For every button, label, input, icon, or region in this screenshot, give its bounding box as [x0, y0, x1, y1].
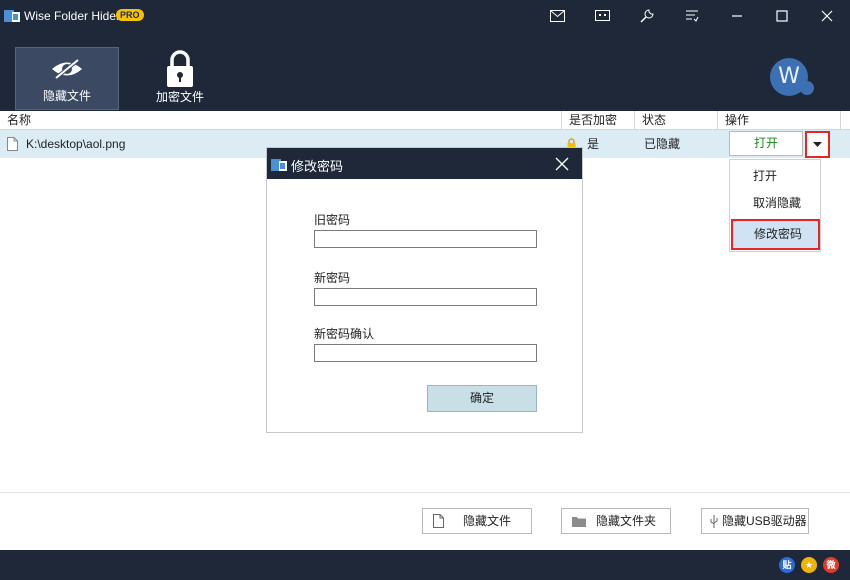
menu-item-unhide[interactable]: 取消隐藏: [730, 192, 822, 214]
tab-encrypt-files[interactable]: 加密文件: [128, 47, 232, 110]
pro-badge: PRO: [116, 9, 144, 21]
folder-icon: [572, 517, 586, 527]
mail-icon: [549, 10, 565, 22]
tab-encrypt-files-label: 加密文件: [155, 90, 204, 104]
bottom-separator: [0, 492, 850, 493]
encrypted-value: 是: [587, 137, 600, 151]
tieba-icon[interactable]: 贴: [779, 557, 795, 573]
old-password-field[interactable]: [314, 230, 537, 248]
tab-hide-files-label: 隐藏文件: [42, 89, 91, 103]
hide-file-button[interactable]: 隐藏文件: [422, 508, 532, 534]
usb-icon: [710, 515, 718, 528]
dialog-app-icon: [271, 159, 287, 171]
dialog-title-bar: 修改密码: [267, 148, 582, 179]
lock-icon: [167, 50, 193, 87]
menu-item-open[interactable]: 打开: [730, 165, 822, 187]
menu-icon: [686, 10, 699, 22]
minimize-button[interactable]: [717, 0, 757, 32]
mail-button[interactable]: [537, 0, 577, 32]
column-header-name[interactable]: 名称: [0, 111, 562, 130]
action-dropdown-menu: 打开 取消隐藏 修改密码: [729, 159, 821, 252]
file-path: K:\desktop\aol.png: [26, 137, 126, 151]
dialog-close-icon[interactable]: [552, 154, 572, 174]
wrench-icon: [640, 9, 654, 23]
tab-hide-files[interactable]: 隐藏文件: [15, 47, 119, 110]
column-header-status[interactable]: 状态: [635, 111, 718, 130]
close-icon: [821, 10, 833, 22]
caret-down-icon: [813, 142, 822, 147]
weibo-icon[interactable]: 微: [823, 557, 839, 573]
status-value: 已隐藏: [644, 137, 681, 151]
dialog-title: 修改密码: [291, 159, 344, 174]
confirm-password-label: 新密码确认: [314, 327, 375, 341]
avatar-status-dot: [800, 81, 814, 95]
change-password-dialog: 修改密码 旧密码 新密码 新密码确认 确定: [266, 147, 583, 433]
old-password-label: 旧密码: [314, 213, 351, 227]
app-logo-icon: [4, 10, 20, 22]
hide-file-label: 隐藏文件: [463, 514, 512, 528]
hide-usb-button[interactable]: 隐藏USB驱动器: [701, 508, 809, 534]
feedback-button[interactable]: [582, 0, 622, 32]
confirm-password-field[interactable]: [314, 344, 537, 362]
ok-button[interactable]: 确定: [427, 385, 537, 412]
main-toolbar: 隐藏文件 加密文件 W: [0, 32, 850, 111]
column-header-action[interactable]: 操作: [718, 111, 841, 130]
close-button[interactable]: [807, 0, 847, 32]
app-title: Wise Folder Hider: [24, 9, 121, 23]
table-header: 名称 是否加密 状态 操作: [0, 111, 850, 130]
hide-usb-label: 隐藏USB驱动器: [722, 514, 807, 528]
chat-icon: [594, 9, 610, 21]
hide-folder-button[interactable]: 隐藏文件夹: [561, 508, 671, 534]
file-icon: [433, 514, 444, 528]
minimize-icon: [732, 15, 742, 17]
menu-button[interactable]: [672, 0, 712, 32]
menu-item-change-password[interactable]: 修改密码: [731, 219, 820, 250]
hide-folder-label: 隐藏文件夹: [596, 514, 657, 528]
star-icon[interactable]: ★: [801, 557, 817, 573]
status-bar: [0, 550, 850, 580]
maximize-icon: [776, 10, 788, 22]
action-dropdown-button[interactable]: [805, 131, 830, 158]
title-bar: Wise Folder Hider PRO: [0, 0, 850, 32]
column-header-encrypted[interactable]: 是否加密: [562, 111, 635, 130]
new-password-field[interactable]: [314, 288, 537, 306]
maximize-button[interactable]: [762, 0, 802, 32]
file-icon: [7, 137, 18, 151]
eye-hidden-icon: [52, 58, 82, 80]
new-password-label: 新密码: [314, 271, 351, 285]
open-button[interactable]: 打开: [729, 131, 803, 156]
tools-button[interactable]: [627, 0, 667, 32]
